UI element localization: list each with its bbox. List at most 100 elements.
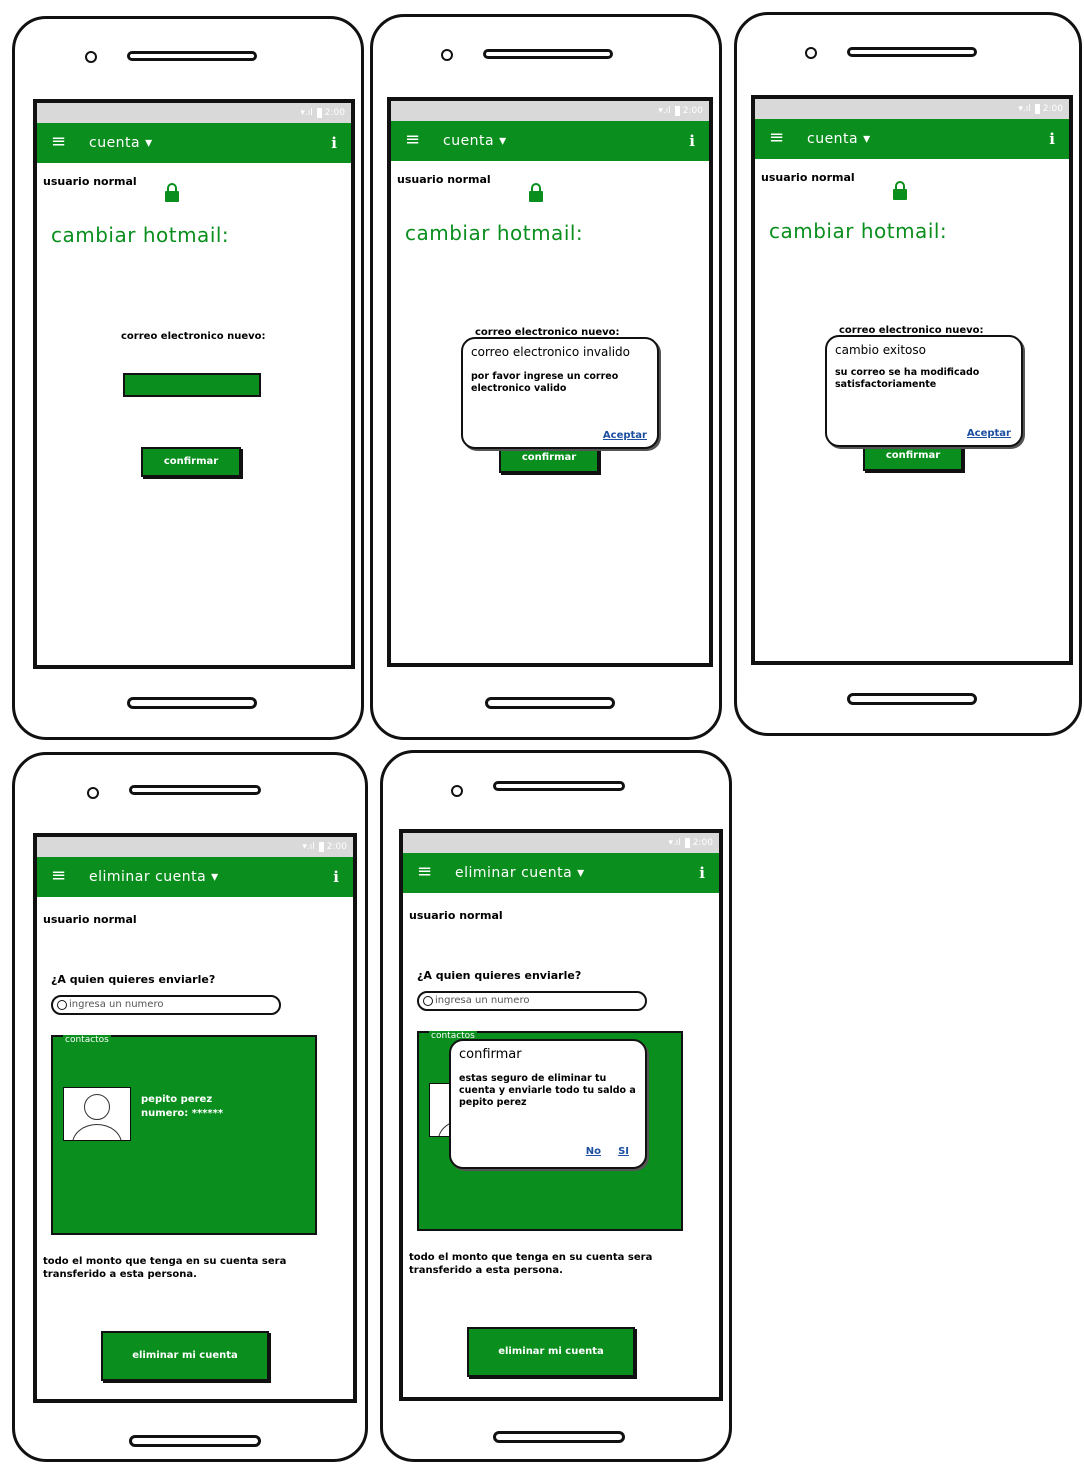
accept-link[interactable]: Aceptar — [603, 430, 647, 441]
phone-1: ▾.ıl 2:00 ≡ cuenta ▾ i usuario normal cam… — [12, 16, 364, 740]
wifi-signal-icon: ▾.ıl — [1018, 104, 1031, 114]
account-menu-dropdown[interactable]: cuenta ▾ — [807, 131, 871, 147]
status-bar: ▾.ıl 2:00 — [37, 837, 353, 857]
search-input[interactable]: ingresa un numero — [51, 995, 281, 1015]
no-link[interactable]: No — [586, 1146, 601, 1157]
info-icon[interactable]: i — [699, 864, 705, 882]
dialog-message: su correo se ha modificado satisfactoria… — [835, 367, 980, 390]
battery-icon — [674, 105, 680, 116]
hamburger-menu-icon[interactable]: ≡ — [51, 132, 66, 152]
speaker-icon — [129, 785, 261, 795]
home-button[interactable] — [129, 1435, 261, 1447]
email-field-label: correo electronico nuevo: — [121, 331, 266, 342]
screen: ▾.ıl 2:00 ≡ eliminar cuenta ▾ i usuario n… — [399, 829, 723, 1401]
wifi-signal-icon: ▾.ıl — [668, 838, 681, 848]
hamburger-menu-icon[interactable]: ≡ — [51, 866, 66, 886]
wifi-signal-icon: ▾.ıl — [302, 842, 315, 852]
dialog-title: correo electronico invalido — [471, 345, 630, 359]
wifi-signal-icon: ▾.ıl — [300, 108, 313, 118]
status-bar: ▾.ıl 2:00 — [755, 99, 1069, 119]
info-icon[interactable]: i — [689, 132, 695, 150]
app-bar: ≡ cuenta ▾ i — [37, 123, 351, 163]
phone-5: ▾.ıl 2:00 ≡ eliminar cuenta ▾ i usuario n… — [380, 750, 732, 1462]
contacts-panel: contactos pepito perez numero: ****** — [51, 1035, 317, 1235]
hamburger-menu-icon[interactable]: ≡ — [417, 862, 432, 882]
transfer-note: todo el monto que tenga en su cuenta ser… — [43, 1256, 287, 1280]
delete-account-menu-dropdown[interactable]: eliminar cuenta ▾ — [455, 865, 585, 881]
home-button[interactable] — [127, 697, 257, 709]
confirm-button[interactable]: confirmar — [141, 447, 241, 477]
camera-icon — [85, 51, 97, 63]
user-type-label: usuario normal — [409, 909, 503, 922]
status-time: 2:00 — [326, 842, 347, 852]
search-icon — [423, 996, 433, 1006]
account-menu-dropdown[interactable]: cuenta ▾ — [89, 135, 153, 151]
page-title: cambiar hotmail: — [769, 219, 948, 243]
app-bar: ≡ cuenta ▾ i — [391, 121, 709, 161]
home-button[interactable] — [847, 693, 977, 705]
battery-icon — [1034, 103, 1040, 114]
wifi-signal-icon: ▾.ıl — [658, 106, 671, 116]
status-time: 2:00 — [682, 106, 703, 116]
speaker-icon — [483, 49, 613, 59]
status-bar: ▾.ıl 2:00 — [37, 103, 351, 123]
dialog-title: cambio exitoso — [835, 343, 926, 357]
user-type-label: usuario normal — [397, 173, 491, 186]
hamburger-menu-icon[interactable]: ≡ — [405, 130, 420, 150]
speaker-icon — [847, 47, 977, 57]
info-icon[interactable]: i — [1049, 130, 1055, 148]
contact-avatar[interactable] — [63, 1087, 131, 1141]
phone-3: ▾.ıl 2:00 ≡ cuenta ▾ i usuario normal cam… — [734, 12, 1082, 736]
account-menu-dropdown[interactable]: cuenta ▾ — [443, 133, 507, 149]
search-icon — [57, 1000, 67, 1010]
speaker-icon — [127, 51, 257, 61]
screen: ▾.ıl 2:00 ≡ cuenta ▾ i usuario normal cam… — [387, 97, 713, 667]
info-icon[interactable]: i — [331, 134, 337, 152]
search-placeholder: ingresa un numero — [69, 999, 164, 1010]
accept-link[interactable]: Aceptar — [967, 428, 1011, 439]
battery-icon — [316, 107, 322, 118]
search-placeholder: ingresa un numero — [435, 995, 530, 1006]
page-title: cambiar hotmail: — [405, 221, 584, 245]
status-time: 2:00 — [1042, 104, 1063, 114]
delete-account-button[interactable]: eliminar mi cuenta — [101, 1331, 269, 1381]
phone-2: ▾.ıl 2:00 ≡ cuenta ▾ i usuario normal cam… — [370, 14, 722, 740]
camera-icon — [451, 785, 463, 797]
delete-account-button[interactable]: eliminar mi cuenta — [467, 1327, 635, 1377]
camera-icon — [441, 49, 453, 61]
confirm-delete-dialog: confirmar estas seguro de eliminar tu cu… — [449, 1039, 647, 1169]
delete-account-menu-dropdown[interactable]: eliminar cuenta ▾ — [89, 869, 219, 885]
lock-icon — [893, 181, 907, 200]
contacts-label: contactos — [63, 1035, 111, 1045]
invalid-email-dialog: correo electronico invalido por favor in… — [461, 337, 659, 449]
user-type-label: usuario normal — [43, 175, 137, 188]
lock-icon — [529, 183, 543, 202]
status-bar: ▾.ıl 2:00 — [391, 101, 709, 121]
status-bar: ▾.ıl 2:00 — [403, 833, 719, 853]
battery-icon — [684, 837, 690, 848]
yes-link[interactable]: SI — [618, 1146, 629, 1157]
recipient-question: ¿A quien quieres enviarle? — [417, 969, 582, 982]
camera-icon — [805, 47, 817, 59]
dialog-message: estas seguro de eliminar tu cuenta y env… — [459, 1073, 636, 1108]
transfer-note: todo el monto que tenga en su cuenta ser… — [409, 1252, 653, 1276]
search-input[interactable]: ingresa un numero — [417, 991, 647, 1011]
contact-number: numero: ****** — [141, 1108, 224, 1119]
screen: ▾.ıl 2:00 ≡ eliminar cuenta ▾ i usuario n… — [33, 833, 357, 1403]
app-bar: ≡ eliminar cuenta ▾ i — [37, 857, 353, 897]
app-bar: ≡ eliminar cuenta ▾ i — [403, 853, 719, 893]
home-button[interactable] — [493, 1431, 625, 1443]
email-input[interactable] — [123, 373, 261, 397]
dialog-message: por favor ingrese un correo electronico … — [471, 371, 619, 394]
contact-name[interactable]: pepito perez — [141, 1093, 212, 1106]
phone-4: ▾.ıl 2:00 ≡ eliminar cuenta ▾ i usuario n… — [12, 752, 368, 1462]
info-icon[interactable]: i — [333, 868, 339, 886]
screen: ▾.ıl 2:00 ≡ cuenta ▾ i usuario normal cam… — [751, 95, 1073, 665]
success-dialog: cambio exitoso su correo se ha modificad… — [825, 335, 1023, 447]
home-button[interactable] — [485, 697, 615, 709]
speaker-icon — [493, 781, 625, 791]
hamburger-menu-icon[interactable]: ≡ — [769, 128, 784, 148]
page-title: cambiar hotmail: — [51, 223, 230, 247]
battery-icon — [318, 841, 324, 852]
lock-icon — [165, 183, 179, 202]
